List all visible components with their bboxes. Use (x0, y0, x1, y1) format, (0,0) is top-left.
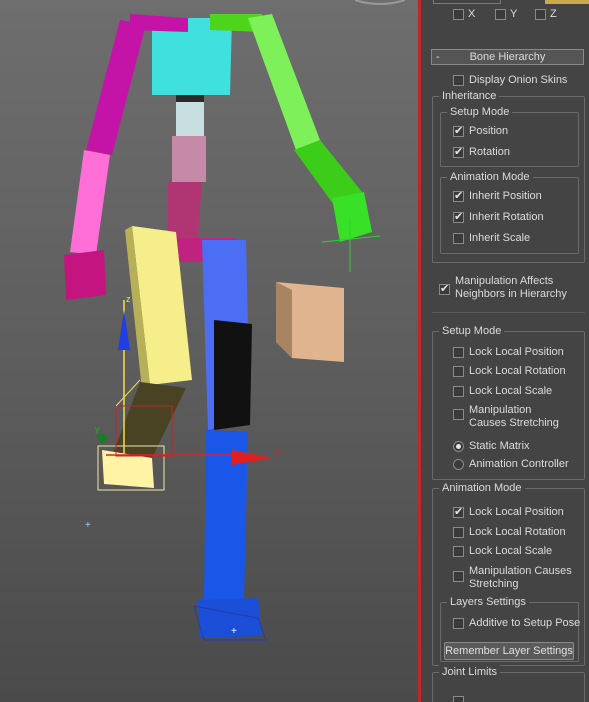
inherit-setup-position-checkbox[interactable] (453, 124, 464, 137)
viewport-3d[interactable]: z x y + + (0, 0, 418, 702)
setup-manipulation-stretching-line1: Manipulation (469, 404, 532, 416)
anim-lock-local-position-checkbox[interactable] (453, 505, 464, 518)
anim-manipulation-stretching-checkbox[interactable] (453, 571, 464, 582)
manipulation-affects-neighbors-checkbox[interactable] (439, 282, 450, 295)
rollout-title: Bone Hierarchy (469, 51, 546, 63)
static-matrix-label: Static Matrix (469, 440, 530, 452)
gizmo-y-label: y (95, 424, 100, 434)
inherit-position-checkbox[interactable] (453, 189, 464, 202)
gizmo-y-axis[interactable] (97, 433, 107, 443)
setup-lock-local-rotation-label: Lock Local Rotation (469, 365, 566, 377)
inherit-rotation-checkbox[interactable] (453, 210, 464, 223)
axis-x-label: X (468, 8, 476, 20)
animation-mode-title: Animation Mode (439, 481, 525, 495)
anim-lock-local-rotation-label: Lock Local Rotation (469, 526, 566, 538)
command-panel: X Y Z - Bone Hierarchy Display Onion Ski… (421, 0, 589, 702)
axis-z-label: Z (550, 8, 557, 20)
joint-limits-position-checkbox[interactable] (453, 696, 464, 702)
setup-mode-title: Setup Mode (439, 324, 505, 338)
display-onion-skins-checkbox[interactable] (453, 75, 464, 86)
display-onion-skins-label: Display Onion Skins (469, 74, 568, 86)
top-button-fragment-active[interactable] (545, 0, 589, 4)
setup-lock-local-position-label: Lock Local Position (469, 346, 564, 358)
gizmo-x-label: x (275, 447, 280, 457)
inherit-setup-rotation-checkbox[interactable] (453, 145, 464, 158)
scene-canvas[interactable]: z x y + + (0, 0, 418, 702)
bone-hand-right[interactable] (332, 192, 372, 242)
anim-lock-local-position-label: Lock Local Position (469, 506, 564, 518)
additive-setup-pose-label: Additive to Setup Pose (469, 617, 581, 629)
bone-forearm-left[interactable] (70, 150, 110, 255)
manipulation-affects-label-line2: Neighbors in Hierarchy (455, 288, 567, 300)
inherit-setup-position-label: Position (469, 125, 509, 137)
manipulation-affects-label-line1: Manipulation Affects (455, 275, 554, 287)
static-matrix-radio[interactable] (453, 441, 464, 452)
setup-lock-local-rotation-checkbox[interactable] (453, 366, 464, 377)
setup-lock-local-position-checkbox[interactable] (453, 347, 464, 358)
top-button-fragment[interactable] (433, 0, 501, 4)
axis-y-checkbox[interactable] (495, 9, 506, 20)
inheritance-setup-mode-title: Setup Mode (447, 105, 513, 119)
bone-foot-right[interactable] (198, 598, 262, 638)
viewcube-edge (354, 0, 406, 5)
setup-manipulation-stretching-checkbox[interactable] (453, 409, 464, 420)
inherit-scale-label: Inherit Scale (469, 232, 531, 244)
anim-manipulation-stretching-line2: Stretching (469, 578, 519, 590)
gizmo-z-axis[interactable] (118, 310, 130, 350)
section-divider (432, 312, 585, 313)
anim-lock-local-scale-label: Lock Local Scale (469, 545, 553, 557)
bone-spine-mid[interactable] (172, 136, 206, 182)
setup-lock-local-scale-checkbox[interactable] (453, 386, 464, 397)
axis-z-checkbox[interactable] (535, 9, 546, 20)
layers-settings-title: Layers Settings (447, 595, 529, 609)
setup-manipulation-stretching-line2: Causes Stretching (469, 417, 559, 429)
gizmo-z-label: z (126, 294, 131, 304)
bone-calf-left[interactable] (112, 382, 186, 462)
additive-setup-pose-checkbox[interactable] (453, 618, 464, 629)
inherit-setup-rotation-label: Rotation (469, 146, 510, 158)
animation-controller-label: Animation Controller (469, 458, 569, 470)
anim-lock-local-scale-checkbox[interactable] (453, 546, 464, 557)
bone-hand-left[interactable] (64, 250, 106, 300)
pivot-marker: + (85, 520, 91, 531)
joint-limits-title: Joint Limits (439, 665, 501, 679)
inherit-position-label: Inherit Position (469, 190, 542, 202)
bone-spine-lower[interactable] (168, 182, 202, 238)
inherit-rotation-label: Inherit Rotation (469, 211, 544, 223)
rollout-collapse-icon: - (436, 51, 440, 63)
anim-lock-local-rotation-checkbox[interactable] (453, 527, 464, 538)
inheritance-animation-mode-title: Animation Mode (447, 170, 533, 184)
axis-y-label: Y (510, 8, 518, 20)
inherit-scale-checkbox[interactable] (453, 233, 464, 244)
inheritance-title: Inheritance (439, 89, 500, 103)
remember-layer-settings-button[interactable]: Remember Layer Settings (444, 642, 574, 660)
rollout-bone-hierarchy-header[interactable]: - Bone Hierarchy (431, 49, 584, 65)
animation-controller-radio[interactable] (453, 459, 464, 470)
axis-x-checkbox[interactable] (453, 9, 464, 20)
bone-upperarm-right[interactable] (248, 14, 320, 150)
gizmo-x-axis[interactable] (232, 450, 272, 465)
setup-lock-local-scale-label: Lock Local Scale (469, 385, 553, 397)
anim-manipulation-stretching-line1: Manipulation Causes (469, 565, 572, 577)
bone-upperarm-left[interactable] (86, 20, 146, 155)
pivot-marker: + (231, 626, 237, 637)
